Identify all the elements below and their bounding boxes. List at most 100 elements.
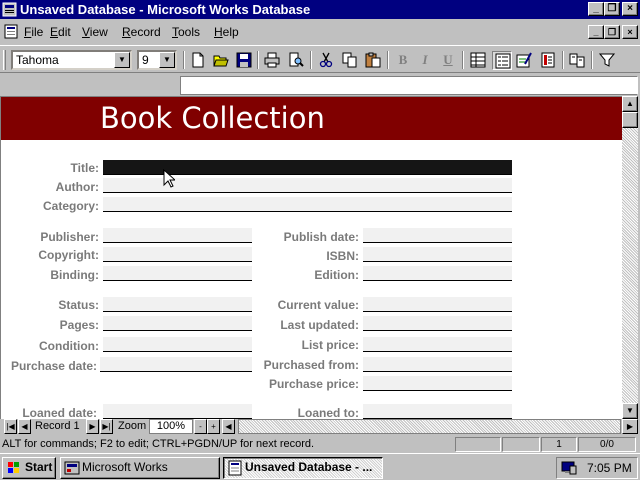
menu-edit[interactable]: Edit	[50, 25, 71, 39]
restore-icon: ❐	[607, 3, 617, 14]
binding-field[interactable]	[103, 266, 252, 281]
paste-button[interactable]	[363, 51, 383, 70]
start-button[interactable]: Start	[2, 457, 56, 479]
entry-input[interactable]	[180, 76, 638, 95]
pages-field[interactable]	[103, 316, 252, 331]
previous-record-button[interactable]: ◀	[18, 419, 31, 434]
maximize-button[interactable]: ❐	[604, 2, 620, 16]
isbn-field[interactable]	[363, 247, 512, 262]
isbn-label: ISBN:	[326, 249, 359, 263]
toolbar-grip[interactable]	[3, 50, 6, 70]
task-microsoft-works[interactable]: Microsoft Works	[60, 457, 220, 479]
scroll-thumb[interactable]	[622, 112, 638, 128]
title-bar[interactable]: Unsaved Database - Microsoft Works Datab…	[0, 0, 640, 19]
menu-bar: File Edit View Record Tools Help _ ❐ ×	[0, 22, 640, 42]
status-field[interactable]	[103, 297, 252, 312]
horizontal-scrollbar[interactable]	[238, 419, 621, 434]
mouse-cursor-icon	[163, 169, 175, 188]
author-label: Author:	[55, 180, 99, 194]
clock[interactable]: 7:05 PM	[587, 461, 632, 475]
copy-button[interactable]	[340, 51, 360, 70]
form-title: Book Collection	[100, 101, 325, 135]
italic-icon: I	[422, 52, 428, 67]
scroll-left-button[interactable]: ◀	[222, 419, 235, 434]
task-label: Unsaved Database - ...	[245, 460, 373, 474]
menu-tools[interactable]: Tools	[172, 25, 200, 39]
last-updated-field[interactable]	[363, 316, 512, 331]
chevron-down-icon[interactable]: ▼	[159, 52, 175, 68]
cut-button[interactable]	[316, 51, 336, 70]
form-view-button[interactable]	[492, 51, 512, 70]
publish-date-field[interactable]	[363, 228, 512, 243]
publisher-field[interactable]	[103, 228, 252, 243]
address-book-button[interactable]	[567, 51, 587, 70]
status-label: Status:	[58, 298, 99, 312]
pages-label: Pages:	[59, 318, 99, 332]
scroll-right-button[interactable]: ▶	[622, 419, 638, 434]
doc-minimize-button[interactable]: _	[588, 25, 604, 39]
purchase-price-label: Purchase price:	[268, 377, 359, 391]
save-button[interactable]	[234, 51, 254, 70]
menu-record[interactable]: Record	[122, 25, 161, 39]
font-name-value: Tahoma	[16, 53, 59, 67]
condition-field[interactable]	[103, 337, 252, 352]
task-unsaved-database[interactable]: Unsaved Database - ...	[223, 457, 383, 479]
zoom-value[interactable]: 100%	[149, 419, 193, 434]
chevron-down-icon[interactable]: ▼	[114, 52, 130, 68]
loaned-to-field[interactable]	[363, 404, 512, 419]
bold-icon: B	[398, 52, 408, 67]
document-icon[interactable]	[3, 24, 19, 39]
next-record-button[interactable]: ▶	[86, 419, 99, 434]
restore-icon: ❐	[607, 27, 617, 37]
arrow-right-icon: ▶	[626, 422, 634, 431]
doc-restore-button[interactable]: ❐	[604, 25, 620, 39]
report-view-button[interactable]	[538, 51, 558, 70]
vertical-scrollbar[interactable]: ▲ ▼	[622, 96, 638, 419]
copyright-label: Copyright:	[38, 248, 99, 262]
font-name-select[interactable]: Tahoma ▼	[11, 50, 132, 70]
minimize-icon: _	[593, 27, 599, 37]
category-field[interactable]	[103, 197, 512, 212]
font-size-select[interactable]: 9 ▼	[137, 50, 177, 70]
scroll-up-button[interactable]: ▲	[622, 96, 638, 112]
purchase-date-field[interactable]	[100, 357, 252, 372]
zoom-out-button[interactable]: -	[194, 419, 207, 434]
edition-field[interactable]	[363, 266, 512, 281]
current-value-field[interactable]	[363, 297, 512, 312]
next-icon: ▶	[89, 422, 96, 431]
last-record-button[interactable]: ▶|	[100, 419, 113, 434]
floppy-disk-icon	[236, 52, 252, 68]
font-size-value: 9	[142, 53, 149, 67]
open-button[interactable]	[211, 51, 231, 70]
status-panel-empty	[502, 437, 540, 452]
italic-button[interactable]: I	[415, 51, 435, 70]
doc-close-button[interactable]: ×	[622, 25, 638, 39]
menu-file[interactable]: File	[24, 25, 43, 39]
scroll-down-button[interactable]: ▼	[622, 403, 638, 419]
menu-view[interactable]: View	[82, 25, 108, 39]
minimize-button[interactable]: _	[588, 2, 604, 16]
new-button[interactable]	[188, 51, 208, 70]
print-button[interactable]	[262, 51, 282, 70]
system-tray: 7:05 PM	[556, 457, 638, 479]
form-design-button[interactable]	[514, 51, 534, 70]
edition-label: Edition:	[314, 268, 359, 282]
form-view-icon	[495, 53, 511, 69]
list-view-button[interactable]	[468, 51, 488, 70]
menu-help[interactable]: Help	[214, 25, 239, 39]
underline-button[interactable]: U	[438, 51, 458, 70]
list-price-field[interactable]	[363, 337, 512, 352]
close-button[interactable]: ×	[622, 2, 638, 16]
first-record-button[interactable]: |◀	[4, 419, 17, 434]
filter-button[interactable]	[597, 51, 617, 70]
display-monitor-icon[interactable]	[561, 460, 577, 476]
loaned-date-field[interactable]	[103, 404, 252, 419]
purchase-price-field[interactable]	[363, 376, 512, 391]
zoom-in-button[interactable]: +	[207, 419, 220, 434]
print-preview-button[interactable]	[286, 51, 306, 70]
last-updated-label: Last updated:	[280, 318, 359, 332]
copyright-field[interactable]	[103, 247, 252, 262]
bold-button[interactable]: B	[393, 51, 413, 70]
purchased-from-field[interactable]	[363, 357, 512, 372]
print-preview-icon	[289, 52, 304, 67]
